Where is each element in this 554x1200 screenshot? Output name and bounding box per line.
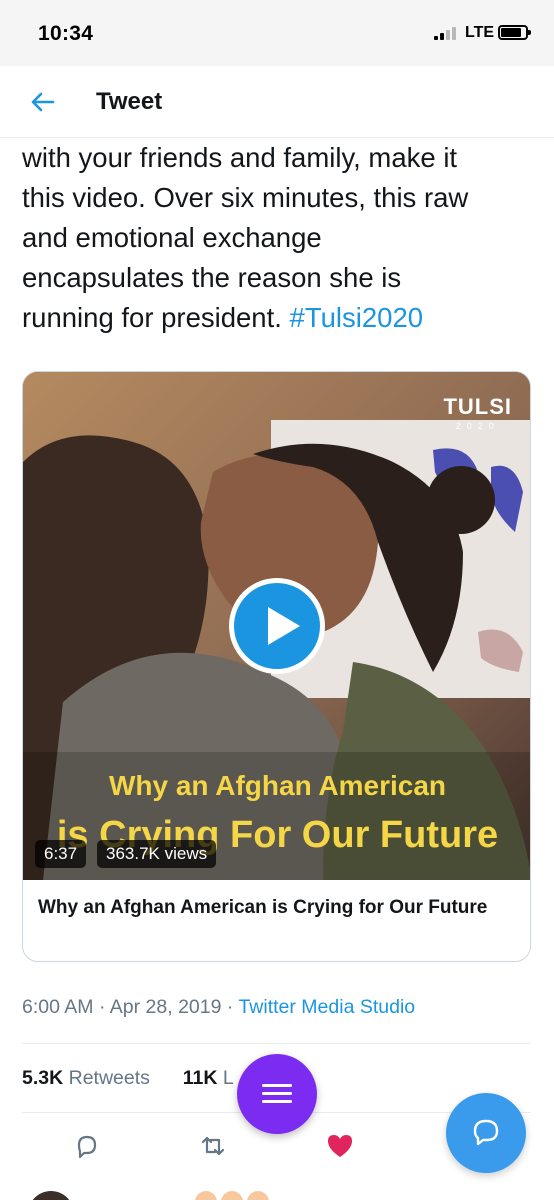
play-icon — [268, 607, 300, 645]
tweet-meta: 6:00 AM · Apr 28, 2019 · Twitter Media S… — [22, 996, 415, 1019]
retweets-stat[interactable]: 5.3K Retweets — [22, 1067, 150, 1089]
card-title[interactable]: Why an Afghan American is Crying for Our… — [38, 894, 518, 921]
divider — [22, 1043, 531, 1044]
likes-count: 11K — [182, 1067, 218, 1089]
brand-year: 2020 — [455, 421, 500, 431]
retweet-button[interactable] — [193, 1126, 233, 1166]
emoji-icon — [195, 1191, 217, 1200]
tweet-text-tail: running for president. — [22, 302, 282, 333]
hashtag-link[interactable]: #Tulsi2020 — [290, 302, 424, 333]
tweet-text-line: running for president. #Tulsi2020 — [22, 298, 537, 338]
retweets-label: Retweets — [68, 1067, 150, 1089]
source-link[interactable]: Twitter Media Studio — [238, 996, 415, 1018]
brand-logo: TULSI 2020 — [443, 394, 512, 431]
brand-name: TULSI — [443, 394, 512, 419]
retweets-count: 5.3K — [22, 1067, 64, 1089]
signal-icon — [434, 26, 460, 40]
emoji-icon — [221, 1191, 243, 1200]
play-button[interactable] — [229, 578, 325, 674]
reply-button[interactable] — [67, 1126, 107, 1166]
tweet-timestamp[interactable]: 6:00 AM · Apr 28, 2019 — [22, 996, 221, 1018]
chat-bubble-icon — [473, 1119, 499, 1146]
tweet-text-line: this video. Over six minutes, this raw — [22, 182, 469, 213]
like-button[interactable] — [320, 1126, 360, 1166]
likes-stat[interactable]: 11K L — [183, 1067, 234, 1089]
tweet-text-line: encapsulates the reason she is — [22, 262, 402, 293]
arrow-left-icon — [31, 92, 55, 112]
menu-fab-button[interactable] — [237, 1054, 317, 1134]
tweet-text: with your friends and family, make it th… — [22, 138, 537, 338]
meta-separator: · — [226, 996, 234, 1018]
network-type: LTE — [465, 24, 495, 41]
tweet-text-line: and emotional exchange — [22, 222, 322, 253]
retweet-icon — [201, 1136, 225, 1156]
video-caption-line-1: Why an Afghan American — [108, 770, 447, 801]
reply-icon — [77, 1135, 97, 1159]
like-icon — [328, 1135, 352, 1157]
avatar[interactable] — [28, 1191, 74, 1200]
emoji-icon — [247, 1191, 269, 1200]
video-views: 363.7K views — [97, 840, 217, 868]
page-title: Tweet — [96, 88, 163, 115]
back-button[interactable] — [24, 84, 60, 120]
compose-fab-button[interactable] — [446, 1093, 526, 1173]
media-card[interactable]: TULSI 2020 Why an Afghan American is Cry… — [22, 371, 531, 962]
tweet-stats: 5.3K Retweets 11K L — [22, 1067, 234, 1090]
battery-icon — [498, 25, 531, 40]
menu-icon — [262, 1084, 292, 1087]
tweet-text-line: with your friends and family, make it — [22, 142, 458, 173]
nav-bar: Tweet — [0, 66, 554, 138]
video-player[interactable]: TULSI 2020 Why an Afghan American is Cry… — [23, 372, 530, 880]
likes-label: L — [222, 1067, 234, 1089]
video-duration: 6:37 — [35, 840, 87, 868]
status-bar: 10:34 LTE — [0, 0, 554, 66]
status-time: 10:34 — [38, 22, 94, 45]
